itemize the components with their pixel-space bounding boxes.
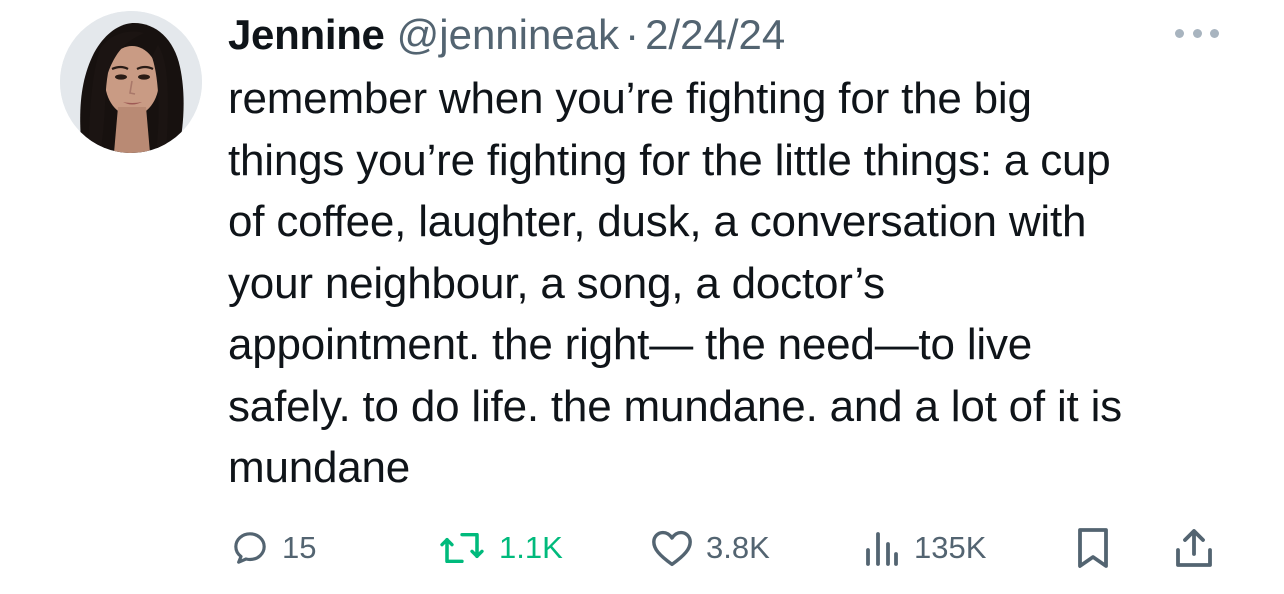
tweet-text-line: of coffee, laughter, dusk, a conversatio… [228, 197, 1087, 246]
tweet-text: remember when you’re fighting for the bi… [228, 68, 1238, 499]
tweet-date[interactable]: 2/24/24 [645, 10, 785, 60]
retweet-button[interactable]: 1.1K [437, 520, 563, 576]
more-horizontal-icon [1210, 28, 1219, 38]
views-count: 135K [914, 530, 987, 565]
more-horizontal-icon [1192, 28, 1202, 38]
separator-dot: · [625, 11, 640, 58]
avatar-image [60, 11, 202, 153]
tweet-text-line: mundane [228, 443, 411, 492]
tweet-text-line: your neighbour, a song, a doctor’s [228, 258, 885, 308]
reply-count: 15 [282, 530, 317, 565]
more-horizontal-icon [1175, 28, 1184, 38]
bookmark-icon [1078, 528, 1108, 568]
views-button[interactable]: 135K [862, 520, 986, 576]
more-button[interactable] [1172, 22, 1222, 44]
bookmark-button[interactable] [1073, 520, 1113, 576]
retweet-icon [440, 533, 484, 563]
like-count: 3.8K [706, 530, 770, 565]
views-chart-icon [866, 532, 898, 566]
tweet-text-line: safely. to do life. the mundane. and a l… [228, 381, 1122, 431]
retweet-count: 1.1K [499, 530, 563, 565]
like-button[interactable]: 3.8K [650, 520, 770, 576]
heart-icon [652, 530, 692, 567]
tweet-header: Jennine @jennineak · 2/24/24 [228, 10, 785, 60]
share-button[interactable] [1172, 520, 1216, 576]
tweet-text-line: appointment. the right— the need—to live [228, 320, 1033, 369]
share-icon [1176, 529, 1212, 567]
reply-icon [234, 532, 266, 564]
user-handle[interactable]: @jennineak [397, 10, 619, 60]
tweet: Jennine @jennineak · 2/24/24 remember wh… [0, 0, 1284, 594]
action-bar: 15 1.1K 3.8K 135K [0, 520, 1284, 576]
reply-button[interactable]: 15 [230, 520, 316, 576]
avatar[interactable] [60, 11, 202, 153]
display-name[interactable]: Jennine [228, 10, 385, 60]
tweet-text-line: remember when you’re fighting for the bi… [228, 74, 1032, 123]
tweet-text-line: things you’re fighting for the little th… [228, 135, 1111, 185]
